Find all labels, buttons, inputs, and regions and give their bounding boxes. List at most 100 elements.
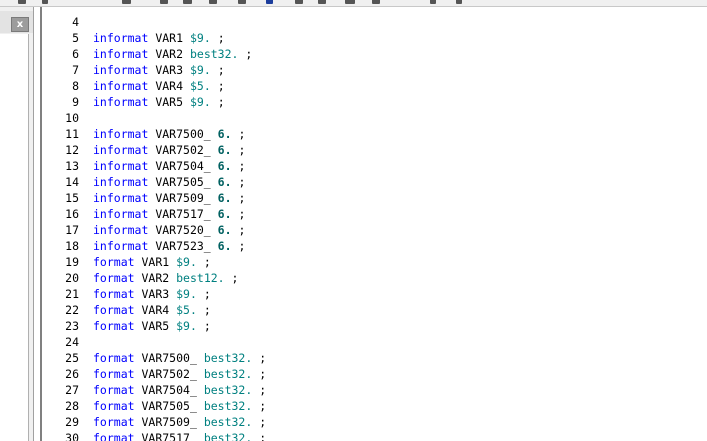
line-number: 14 (65, 175, 79, 189)
format-spec: 6. (217, 159, 232, 173)
semicolon: ; (217, 95, 225, 109)
variable-name: VAR5 (155, 95, 184, 109)
code-lines: 4 5 informat VAR1 $9. ; 6 informat VAR2 be… (43, 14, 266, 441)
variable-name: VAR7509_ (155, 191, 211, 205)
keyword: format (93, 367, 135, 381)
toolbar-button-icon[interactable] (183, 0, 192, 4)
toolbar-button-icon[interactable] (295, 0, 303, 4)
line-number: 5 (72, 31, 79, 45)
keyword: format (93, 415, 135, 429)
keyword: informat (93, 127, 149, 141)
toolbar-button-icon[interactable] (160, 0, 168, 4)
line-number: 24 (65, 335, 79, 349)
semicolon: ; (238, 159, 246, 173)
toolbar-button-icon[interactable] (238, 0, 246, 4)
variable-name: VAR7517_ (141, 431, 197, 441)
toolbar-button-icon[interactable] (209, 0, 217, 4)
variable-name: VAR4 (155, 79, 184, 93)
semicolon: ; (231, 271, 239, 285)
keyword: informat (93, 47, 149, 61)
variable-name: VAR7504_ (141, 383, 197, 397)
keyword: format (93, 287, 135, 301)
variable-name: VAR1 (141, 255, 170, 269)
semicolon: ; (245, 47, 253, 61)
line-number: 10 (65, 111, 79, 125)
line-number: 22 (65, 303, 79, 317)
line-number: 27 (65, 383, 79, 397)
toolbar-button-icon[interactable] (42, 0, 48, 4)
line-number: 11 (65, 127, 79, 141)
format-spec: $9. (176, 287, 197, 301)
format-spec: $5. (189, 79, 211, 93)
line-number: 16 (65, 207, 79, 221)
line-number: 21 (65, 287, 79, 301)
format-spec: best32. (203, 399, 253, 413)
semicolon: ; (238, 223, 246, 237)
code-line: 5 informat VAR1 $9. ; (43, 30, 266, 46)
format-spec: 6. (217, 207, 232, 221)
variable-name: VAR5 (141, 319, 170, 333)
semicolon: ; (217, 63, 225, 77)
variable-name: VAR7500_ (141, 351, 197, 365)
line-number: 18 (65, 239, 79, 253)
keyword: format (93, 431, 135, 441)
code-line: 15 informat VAR7509_ 6. ; (43, 190, 266, 206)
keyword: format (93, 383, 135, 397)
toolbar-button-icon[interactable] (122, 0, 131, 4)
format-spec: $9. (176, 319, 197, 333)
close-button[interactable]: x (11, 17, 29, 32)
code-line: 24 (43, 334, 266, 350)
variable-name: VAR3 (141, 287, 170, 301)
line-number: 8 (72, 79, 79, 93)
line-number: 4 (72, 15, 79, 29)
semicolon: ; (259, 431, 267, 441)
code-line: 20 format VAR2 best12. ; (43, 270, 266, 286)
line-number: 15 (65, 191, 79, 205)
toolbar-button-icon[interactable] (18, 0, 26, 4)
line-number: 26 (65, 367, 79, 381)
toolbar-button-icon[interactable] (430, 0, 436, 4)
code-line: 19 format VAR1 $9. ; (43, 254, 266, 270)
keyword: format (93, 351, 135, 365)
variable-name: VAR4 (141, 303, 170, 317)
semicolon: ; (238, 143, 246, 157)
code-line: 22 format VAR4 $5. ; (43, 302, 266, 318)
format-spec: 6. (217, 175, 232, 189)
code-editor[interactable]: 4 5 informat VAR1 $9. ; 6 informat VAR2 be… (43, 7, 707, 441)
semicolon: ; (259, 415, 267, 429)
toolbar-button-icon[interactable] (456, 0, 462, 4)
toolbar-button-icon[interactable] (345, 0, 355, 4)
keyword: informat (93, 79, 149, 93)
variable-name: VAR7509_ (141, 415, 197, 429)
variable-name: VAR7502_ (155, 143, 211, 157)
variable-name: VAR7505_ (155, 175, 211, 189)
side-panel-pane (0, 34, 29, 441)
keyword: format (93, 399, 135, 413)
line-number: 20 (65, 271, 79, 285)
toolbar-button-icon[interactable] (372, 0, 380, 4)
format-spec: best32. (203, 351, 253, 365)
code-line: 9 informat VAR5 $9. ; (43, 94, 266, 110)
keyword: informat (93, 159, 149, 173)
code-line: 23 format VAR5 $9. ; (43, 318, 266, 334)
code-line: 28 format VAR7505_ best32. ; (43, 398, 266, 414)
code-line: 21 format VAR3 $9. ; (43, 286, 266, 302)
line-number: 25 (65, 351, 79, 365)
keyword: format (93, 271, 135, 285)
code-line: 14 informat VAR7505_ 6. ; (43, 174, 266, 190)
format-spec: best32. (203, 383, 253, 397)
semicolon: ; (259, 351, 267, 365)
format-spec: $9. (189, 31, 211, 45)
line-number: 29 (65, 415, 79, 429)
variable-name: VAR7502_ (141, 367, 197, 381)
variable-name: VAR7517_ (155, 207, 211, 221)
toolbar-button-icon[interactable] (266, 0, 273, 4)
semicolon: ; (217, 31, 225, 45)
format-spec: best12. (176, 271, 225, 285)
code-line: 29 format VAR7509_ best32. ; (43, 414, 266, 430)
toolbar-button-icon[interactable] (318, 0, 326, 4)
format-spec: $5. (176, 303, 197, 317)
code-line: 6 informat VAR2 best32. ; (43, 46, 266, 62)
code-line: 26 format VAR7502_ best32. ; (43, 366, 266, 382)
semicolon: ; (259, 383, 267, 397)
